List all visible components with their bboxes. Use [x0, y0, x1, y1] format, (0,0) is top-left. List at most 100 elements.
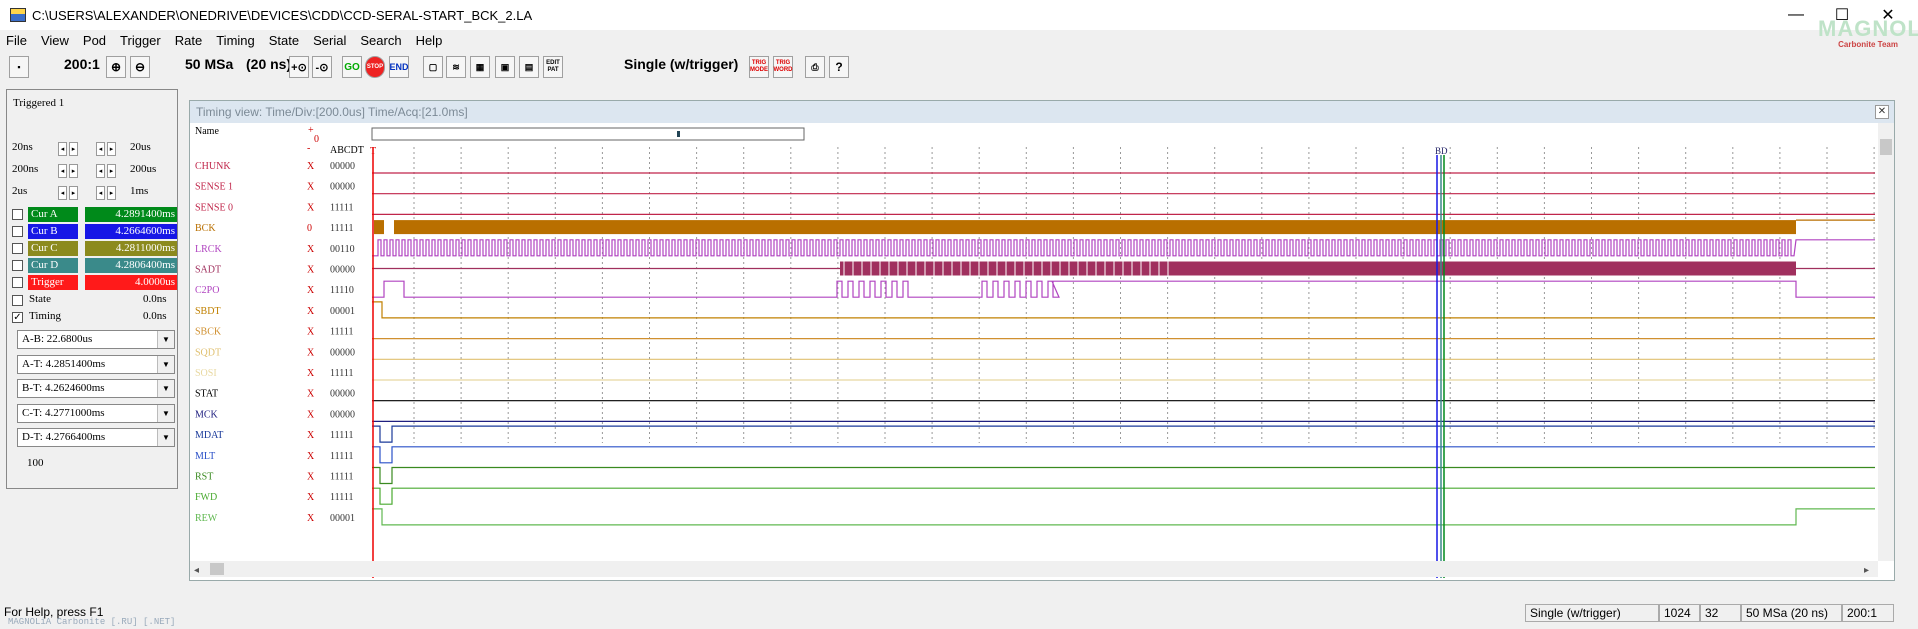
- channel-row-sense-1: SENSE 1 X 00000: [195, 182, 1875, 195]
- scroll-left-icon: ◂: [194, 565, 199, 576]
- time-zoom-out-icon[interactable]: -⊙: [312, 56, 332, 78]
- measurement-select[interactable]: B-T: 4.2624600ms ▼: [17, 379, 175, 398]
- serial-view-icon[interactable]: ▣: [495, 56, 515, 78]
- waveform: [372, 239, 1875, 257]
- minimize-button[interactable]: —: [1773, 0, 1819, 30]
- edit-pattern-button[interactable]: EDIT PAT: [543, 56, 563, 78]
- chevron-down-icon[interactable]: ▼: [157, 404, 174, 422]
- zoom-out-icon[interactable]: ⊖: [130, 56, 150, 78]
- horizontal-scroll-thumb: [210, 563, 224, 575]
- channel-flag: X: [307, 285, 315, 296]
- new-file-icon[interactable]: ▢: [423, 56, 443, 78]
- trigger-status: Triggered 1: [13, 97, 65, 109]
- waveform: [372, 487, 1875, 505]
- menu-view[interactable]: View: [41, 33, 69, 48]
- sample-period-label: (20 ns): [246, 56, 292, 72]
- spin-left-icon[interactable]: ◂: [96, 142, 105, 156]
- chevron-down-icon[interactable]: ▼: [157, 429, 174, 446]
- measurement-value: D-T: 4.2766400ms: [22, 431, 106, 443]
- cursor-panel: Triggered 1 20ns ◂ ▸ ◂ ▸ 20us 200ns ◂ ▸ ◂ ▸ 200us 2u…: [6, 89, 178, 489]
- cursor-checkbox[interactable]: [12, 277, 23, 288]
- menu-file[interactable]: File: [6, 33, 27, 48]
- spin-right-icon[interactable]: ▸: [69, 142, 78, 156]
- cursor-checkbox[interactable]: [12, 260, 23, 271]
- channel-bits: 11111: [330, 223, 354, 234]
- channel-name: SENSE 1: [195, 182, 233, 193]
- time-zoom-in-icon[interactable]: +⊙: [289, 56, 309, 78]
- chevron-down-icon[interactable]: ▼: [157, 331, 174, 348]
- spin-right-icon[interactable]: ▸: [107, 164, 116, 178]
- menu-timing[interactable]: Timing: [216, 33, 255, 48]
- spin-left-icon[interactable]: ◂: [58, 164, 67, 178]
- spin-right-icon[interactable]: ▸: [69, 164, 78, 178]
- spin-left-icon[interactable]: ◂: [58, 142, 67, 156]
- timing-label: Timing: [29, 310, 62, 322]
- measurement-select[interactable]: A-B: 22.6800us ▼: [17, 330, 175, 349]
- title-bar: C:\USERS\ALEXANDER\ONEDRIVE\DEVICES\CDD\…: [0, 0, 1918, 30]
- go-button[interactable]: GO: [342, 56, 362, 78]
- column-header: ABCDT: [330, 145, 364, 156]
- chevron-down-icon[interactable]: ▼: [157, 355, 174, 373]
- cursor-label: Cur B: [28, 224, 78, 239]
- channel-flag: X: [307, 492, 315, 503]
- spin-left-icon[interactable]: ◂: [58, 186, 67, 200]
- measurement-select[interactable]: A-T: 4.2851400ms ▼: [17, 354, 175, 374]
- measurement-select[interactable]: C-T: 4.2771000ms ▼: [17, 403, 175, 423]
- menu-bar: File View Pod Trigger Rate Timing State Serial S…: [0, 30, 1918, 50]
- zero-marker: 0: [314, 134, 319, 145]
- channel-row-sbdt: SBDT X 00001: [195, 301, 1875, 319]
- cursor-value: 4.2806400ms: [85, 258, 177, 273]
- menu-search[interactable]: Search: [360, 33, 401, 48]
- spin-left-icon[interactable]: ◂: [96, 186, 105, 200]
- cursor-checkbox[interactable]: [12, 226, 23, 237]
- menu-serial[interactable]: Serial: [313, 33, 346, 48]
- spin-right-icon[interactable]: ▸: [69, 186, 78, 200]
- channel-bits: 00000: [330, 347, 355, 358]
- channel-row-sbck: SBCK X 11111: [195, 327, 1875, 340]
- zoom-level: 200:1: [64, 56, 100, 72]
- waveform: [372, 301, 1875, 319]
- menu-state[interactable]: State: [269, 33, 299, 48]
- state-view-icon[interactable]: ▤: [519, 56, 539, 78]
- end-button[interactable]: END: [389, 56, 409, 78]
- channel-row-fwd: FWD X 11111: [195, 487, 1875, 505]
- trigger-mode-button[interactable]: TRIG MODE: [749, 56, 769, 78]
- menu-trigger[interactable]: Trigger: [120, 33, 161, 48]
- help-icon[interactable]: ?: [829, 56, 849, 78]
- channel-row-c2po: C2PO X 11110: [195, 280, 1875, 298]
- channel-bits: 00000: [330, 161, 355, 172]
- timing-view-header: Timing view: Time/Div:[200.0us] Time/Acq…: [190, 101, 1894, 123]
- print-icon[interactable]: ⎙: [805, 56, 825, 78]
- waveform: [372, 425, 1875, 443]
- channel-flag: X: [307, 265, 315, 276]
- measurement-value: B-T: 4.2624600ms: [22, 382, 105, 394]
- timing-canvas[interactable]: Name+0-ABCDTTBDCHUNKX00000SENSE 1X00000S…: [190, 123, 1894, 581]
- save-icon[interactable]: ▪: [9, 56, 29, 78]
- measurement-select[interactable]: D-T: 4.2766400ms ▼: [17, 428, 175, 447]
- waveform-view-icon[interactable]: ≋: [446, 56, 466, 78]
- cursor-checkbox[interactable]: [12, 243, 23, 254]
- timing-view-close-icon[interactable]: ✕: [1875, 105, 1889, 119]
- timing-view: Timing view: Time/Div:[200.0us] Time/Acq…: [189, 100, 1895, 581]
- menu-rate[interactable]: Rate: [175, 33, 202, 48]
- timing-checkbox[interactable]: ✓: [12, 312, 23, 323]
- spin-left-icon[interactable]: ◂: [96, 164, 105, 178]
- channel-name: C2PO: [195, 285, 219, 296]
- zoom-in-icon[interactable]: ⊕: [106, 56, 126, 78]
- stop-button[interactable]: STOP: [365, 56, 385, 78]
- time-step-right: 200us: [130, 163, 157, 175]
- cursor-checkbox[interactable]: [12, 209, 23, 220]
- table-view-icon[interactable]: ▦: [470, 56, 490, 78]
- channel-bits: 11111: [330, 327, 354, 338]
- state-checkbox[interactable]: [12, 295, 23, 306]
- channel-name: SADT: [195, 265, 221, 276]
- trigger-word-button[interactable]: TRIG WORD: [773, 56, 793, 78]
- waveform: [372, 280, 1875, 298]
- spin-right-icon[interactable]: ▸: [107, 186, 116, 200]
- spin-right-icon[interactable]: ▸: [107, 142, 116, 156]
- chevron-down-icon[interactable]: ▼: [157, 380, 174, 397]
- menu-pod[interactable]: Pod: [83, 33, 106, 48]
- menu-help[interactable]: Help: [416, 33, 443, 48]
- minus-marker: -: [307, 143, 310, 154]
- cursor-label: Cur D: [28, 258, 78, 273]
